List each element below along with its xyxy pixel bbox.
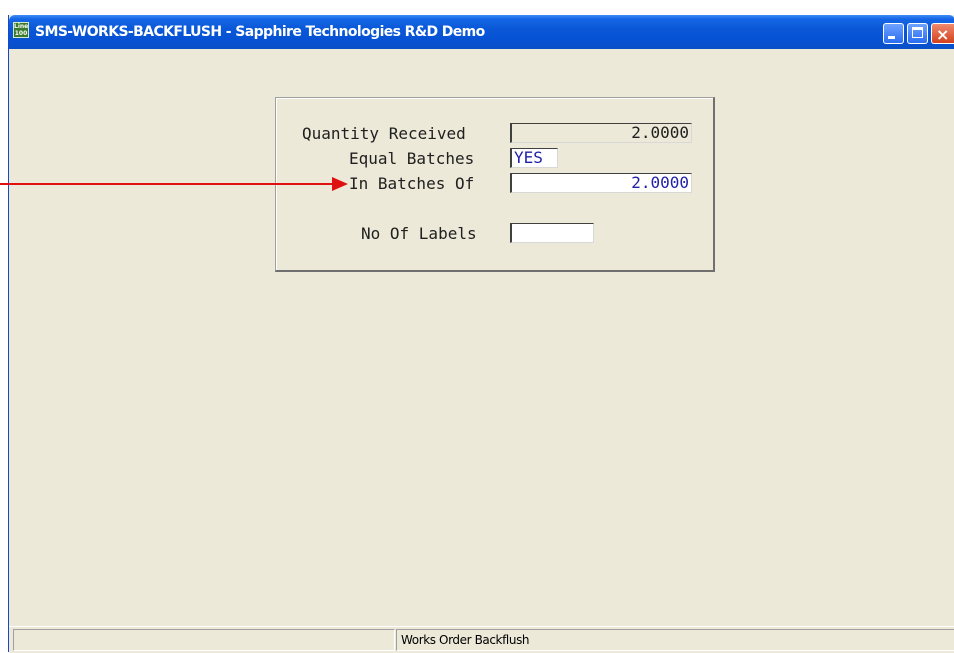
annotation-arrow <box>0 177 348 191</box>
annotation-arrow-head <box>332 177 348 191</box>
